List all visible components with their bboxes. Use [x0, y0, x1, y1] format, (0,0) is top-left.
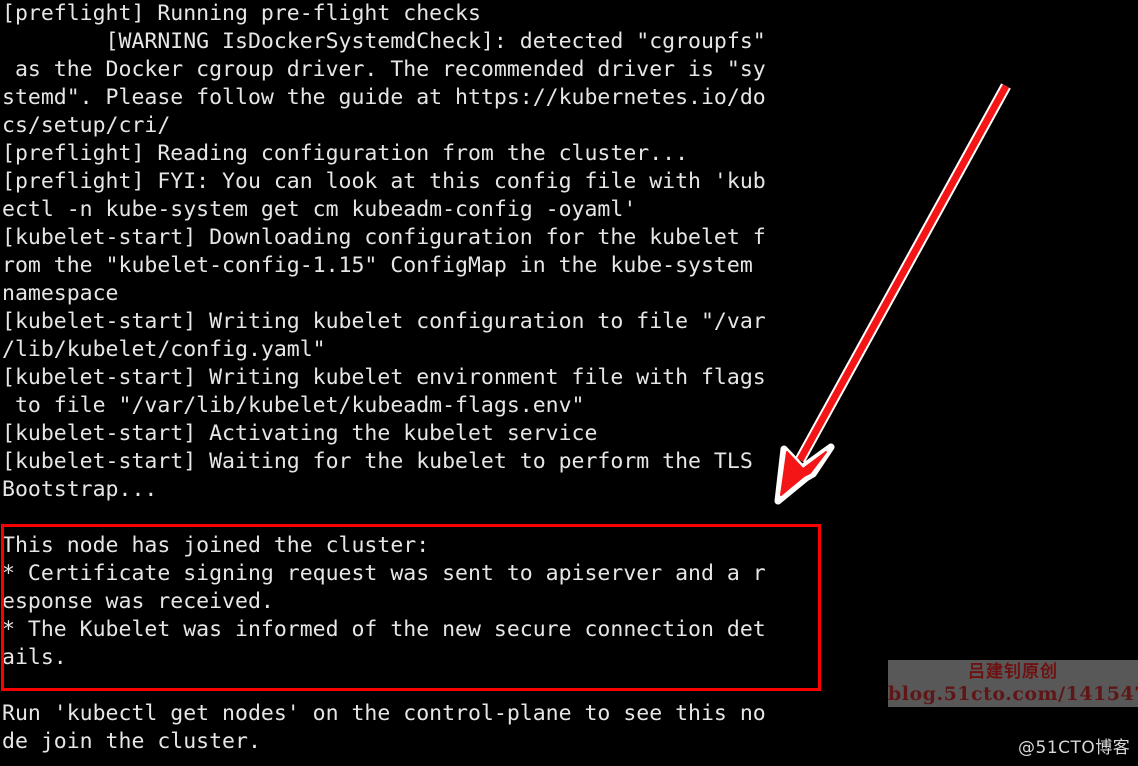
terminal-line: * Certificate signing request was sent t… — [2, 561, 766, 586]
author-watermark: 吕建钊原创 blog.51cto.com/14154700 — [888, 660, 1138, 707]
terminal-line: * The Kubelet was informed of the new se… — [2, 617, 766, 642]
terminal-line: [kubelet-start] Downloading configuratio… — [2, 225, 766, 250]
terminal-line: stemd". Please follow the guide at https… — [2, 85, 766, 110]
terminal-line: rom the "kubelet-config-1.15" ConfigMap … — [2, 253, 753, 278]
terminal-line: [kubelet-start] Activating the kubelet s… — [2, 421, 598, 446]
terminal-line: [kubelet-start] Waiting for the kubelet … — [2, 449, 753, 474]
terminal-output: [preflight] Running pre-flight checks [W… — [0, 0, 1138, 756]
terminal-line: esponse was received. — [2, 589, 274, 614]
terminal-line: [preflight] Running pre-flight checks — [2, 1, 481, 26]
terminal-line: to file "/var/lib/kubelet/kubeadm-flags.… — [2, 393, 585, 418]
terminal-line: /lib/kubelet/config.yaml" — [2, 337, 326, 362]
site-badge: @51CTO博客 — [1018, 738, 1131, 758]
terminal-line: [preflight] Reading configuration from t… — [2, 141, 689, 166]
terminal-line: namespace — [2, 281, 119, 306]
terminal-line: Bootstrap... — [2, 477, 158, 502]
watermark-url: blog.51cto.com/14154700 — [888, 683, 1138, 705]
terminal-line: de join the cluster. — [2, 729, 261, 754]
terminal-line: [kubelet-start] Writing kubelet configur… — [2, 309, 766, 334]
terminal-line: [WARNING IsDockerSystemdCheck]: detected… — [2, 29, 766, 54]
terminal-line: as the Docker cgroup driver. The recomme… — [2, 57, 766, 82]
terminal-line: ectl -n kube-system get cm kubeadm-confi… — [2, 197, 637, 222]
watermark-author: 吕建钊原创 — [968, 662, 1058, 682]
terminal-line: [preflight] FYI: You can look at this co… — [2, 169, 766, 194]
terminal-line: cs/setup/cri/ — [2, 113, 171, 138]
terminal-screenshot: [preflight] Running pre-flight checks [W… — [0, 0, 1138, 766]
terminal-line: This node has joined the cluster: — [2, 533, 430, 558]
terminal-line: [kubelet-start] Writing kubelet environm… — [2, 365, 766, 390]
